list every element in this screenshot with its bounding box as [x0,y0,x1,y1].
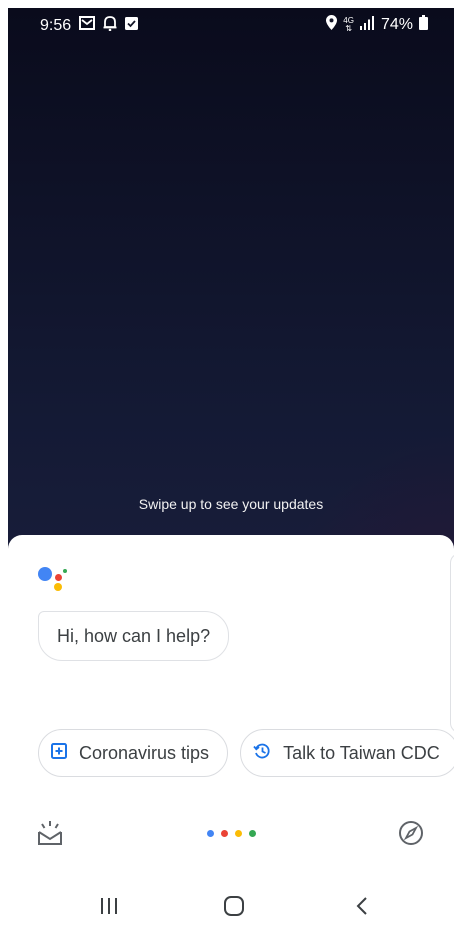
logo-dot-green [63,569,67,573]
logo-dot-yellow [54,583,62,591]
network-type-icon: 4G ⇅ [343,17,354,33]
history-icon [253,742,271,765]
status-time: 9:56 [40,16,72,34]
checkbox-icon [125,16,139,35]
assistant-card-edge[interactable] [450,553,454,733]
status-bar: 9:56 4G ⇅ 74% [8,8,454,40]
swipe-up-hint[interactable]: Swipe up to see your updates [8,496,454,512]
greeting-text: Hi, how can I help? [57,625,211,646]
assistant-dots[interactable] [207,830,256,837]
logo-dot-red [55,574,62,581]
dot-blue [207,830,214,837]
logo-dot-blue [38,567,52,581]
navigation-bar [8,885,454,925]
dot-yellow [235,830,242,837]
location-icon [326,15,338,35]
back-button[interactable] [354,895,370,922]
dot-green [249,830,256,837]
phone-screen: 9:56 4G ⇅ 74% Swipe up to see your updat… [8,8,454,925]
status-bar-left: 9:56 [40,15,139,36]
assistant-bottom-bar [8,809,454,857]
suggestion-chip-coronavirus-tips[interactable]: Coronavirus tips [38,729,229,777]
status-bar-right: 4G ⇅ 74% [326,15,428,35]
gmail-icon [79,16,96,35]
google-assistant-logo [38,564,72,594]
updates-icon[interactable] [36,819,64,852]
suggestion-chip-talk-to-taiwan-cdc[interactable]: Talk to Taiwan CDC [240,729,454,777]
suggestion-chips: Coronavirus tips Talk to Taiwan CDC [38,729,454,777]
recents-button[interactable] [99,895,119,922]
chip-label: Coronavirus tips [79,742,210,763]
battery-percent: 74% [380,16,413,33]
assistant-sheet: Hi, how can I help? Coronavirus tips Tal… [8,535,454,925]
dot-red [221,830,228,837]
chip-label: Talk to Taiwan CDC [283,742,440,763]
notification-bell-icon [103,15,117,36]
plus-box-icon [51,742,67,764]
greeting-bubble: Hi, how can I help? [38,611,230,661]
battery-icon [419,15,428,35]
home-button[interactable] [223,895,245,922]
signal-icon [359,15,375,35]
data-arrows-icon: ⇅ [345,24,352,33]
explore-compass-icon[interactable] [398,820,424,851]
